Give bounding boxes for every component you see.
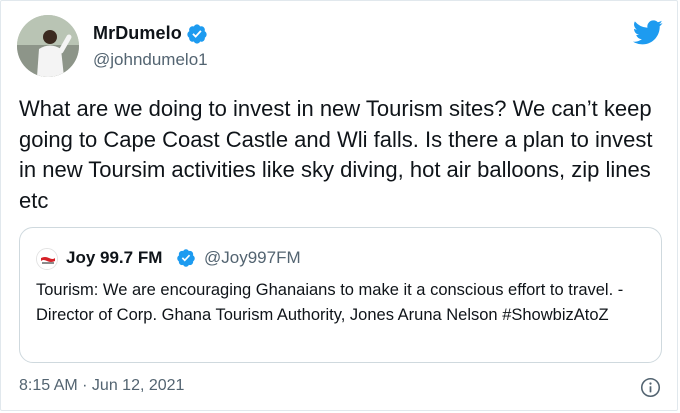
quoted-avatar-joy-logo[interactable] [36,248,58,270]
verified-badge-icon [187,24,207,44]
quoted-tweet[interactable]: Joy 99.7 FM @Joy997FM Tourism: We are en… [19,227,662,363]
info-icon[interactable] [640,377,661,398]
quoted-display-name[interactable]: Joy 99.7 FM [66,248,162,268]
author-display-name[interactable]: MrDumelo [93,23,182,44]
tweet-card: MrDumelo @johndumelo1 What are we doing … [0,0,678,411]
tweet-text: What are we doing to invest in new Touri… [19,96,653,213]
quoted-tweet-text: Tourism: We are encouraging Ghanaians to… [36,281,624,324]
twitter-bird-icon[interactable] [631,17,665,47]
author-avatar[interactable] [17,15,79,77]
verified-badge-icon [177,249,195,267]
tweet-timestamp[interactable]: 8:15 AM · Jun 12, 2021 [19,377,184,395]
author-handle[interactable]: @johndumelo1 [93,50,208,70]
quoted-handle[interactable]: @Joy997FM [204,248,301,268]
